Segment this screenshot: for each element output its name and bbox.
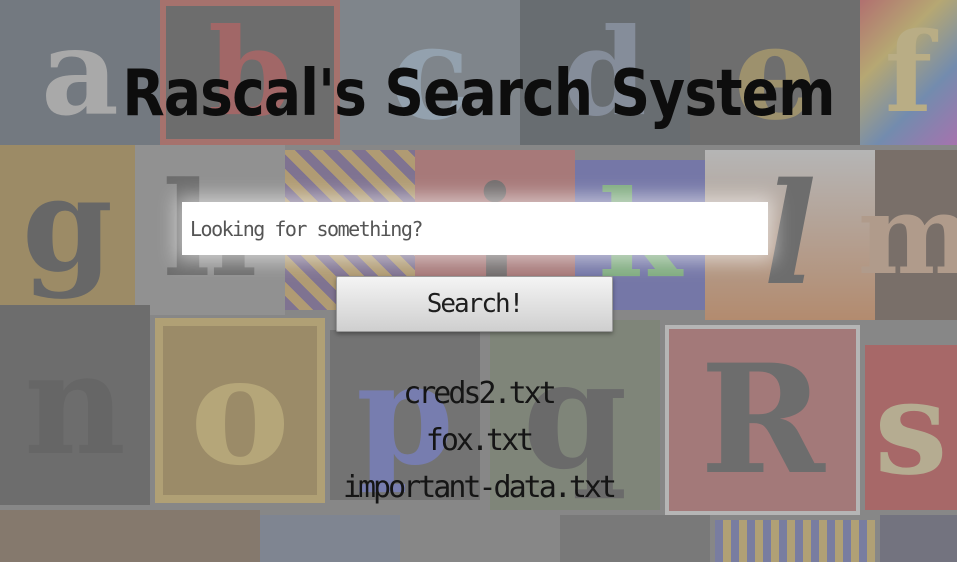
result-item: creds2.txt: [0, 370, 957, 417]
result-link-important-data[interactable]: important-data.txt: [343, 470, 617, 505]
search-button[interactable]: Search!: [336, 276, 613, 332]
search-input[interactable]: [182, 202, 768, 255]
result-link-creds2[interactable]: creds2.txt: [403, 376, 557, 411]
page-title: Rascal's Search System: [122, 56, 835, 131]
result-item: fox.txt: [0, 417, 957, 464]
search-results-list: creds2.txt fox.txt important-data.txt: [0, 370, 957, 511]
result-link-fox[interactable]: fox.txt: [426, 423, 534, 458]
result-item: important-data.txt: [0, 464, 957, 511]
